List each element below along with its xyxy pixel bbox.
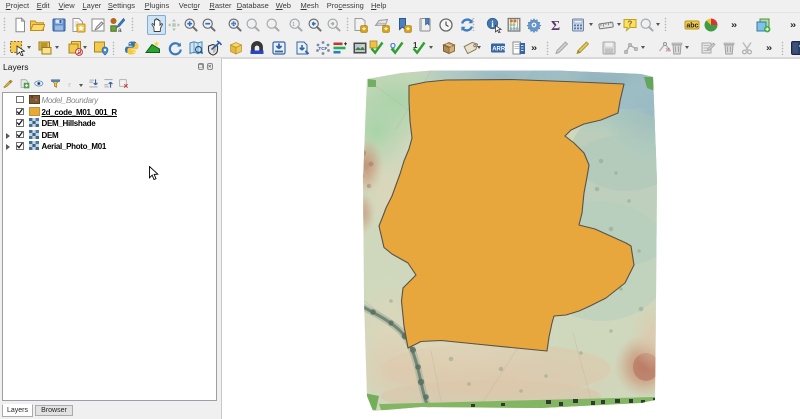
- svg-text:a: a: [118, 27, 122, 33]
- svg-text:1: 1: [292, 21, 295, 27]
- svg-text:ε: ε: [68, 79, 71, 88]
- svg-text:abc: abc: [686, 22, 698, 29]
- svg-text:R: R: [77, 50, 81, 56]
- svg-text:?: ?: [627, 19, 632, 28]
- svg-text:Σ: Σ: [551, 19, 560, 33]
- svg-text:ARR: ARR: [492, 46, 506, 52]
- svg-text:TCF: TCF: [318, 46, 327, 51]
